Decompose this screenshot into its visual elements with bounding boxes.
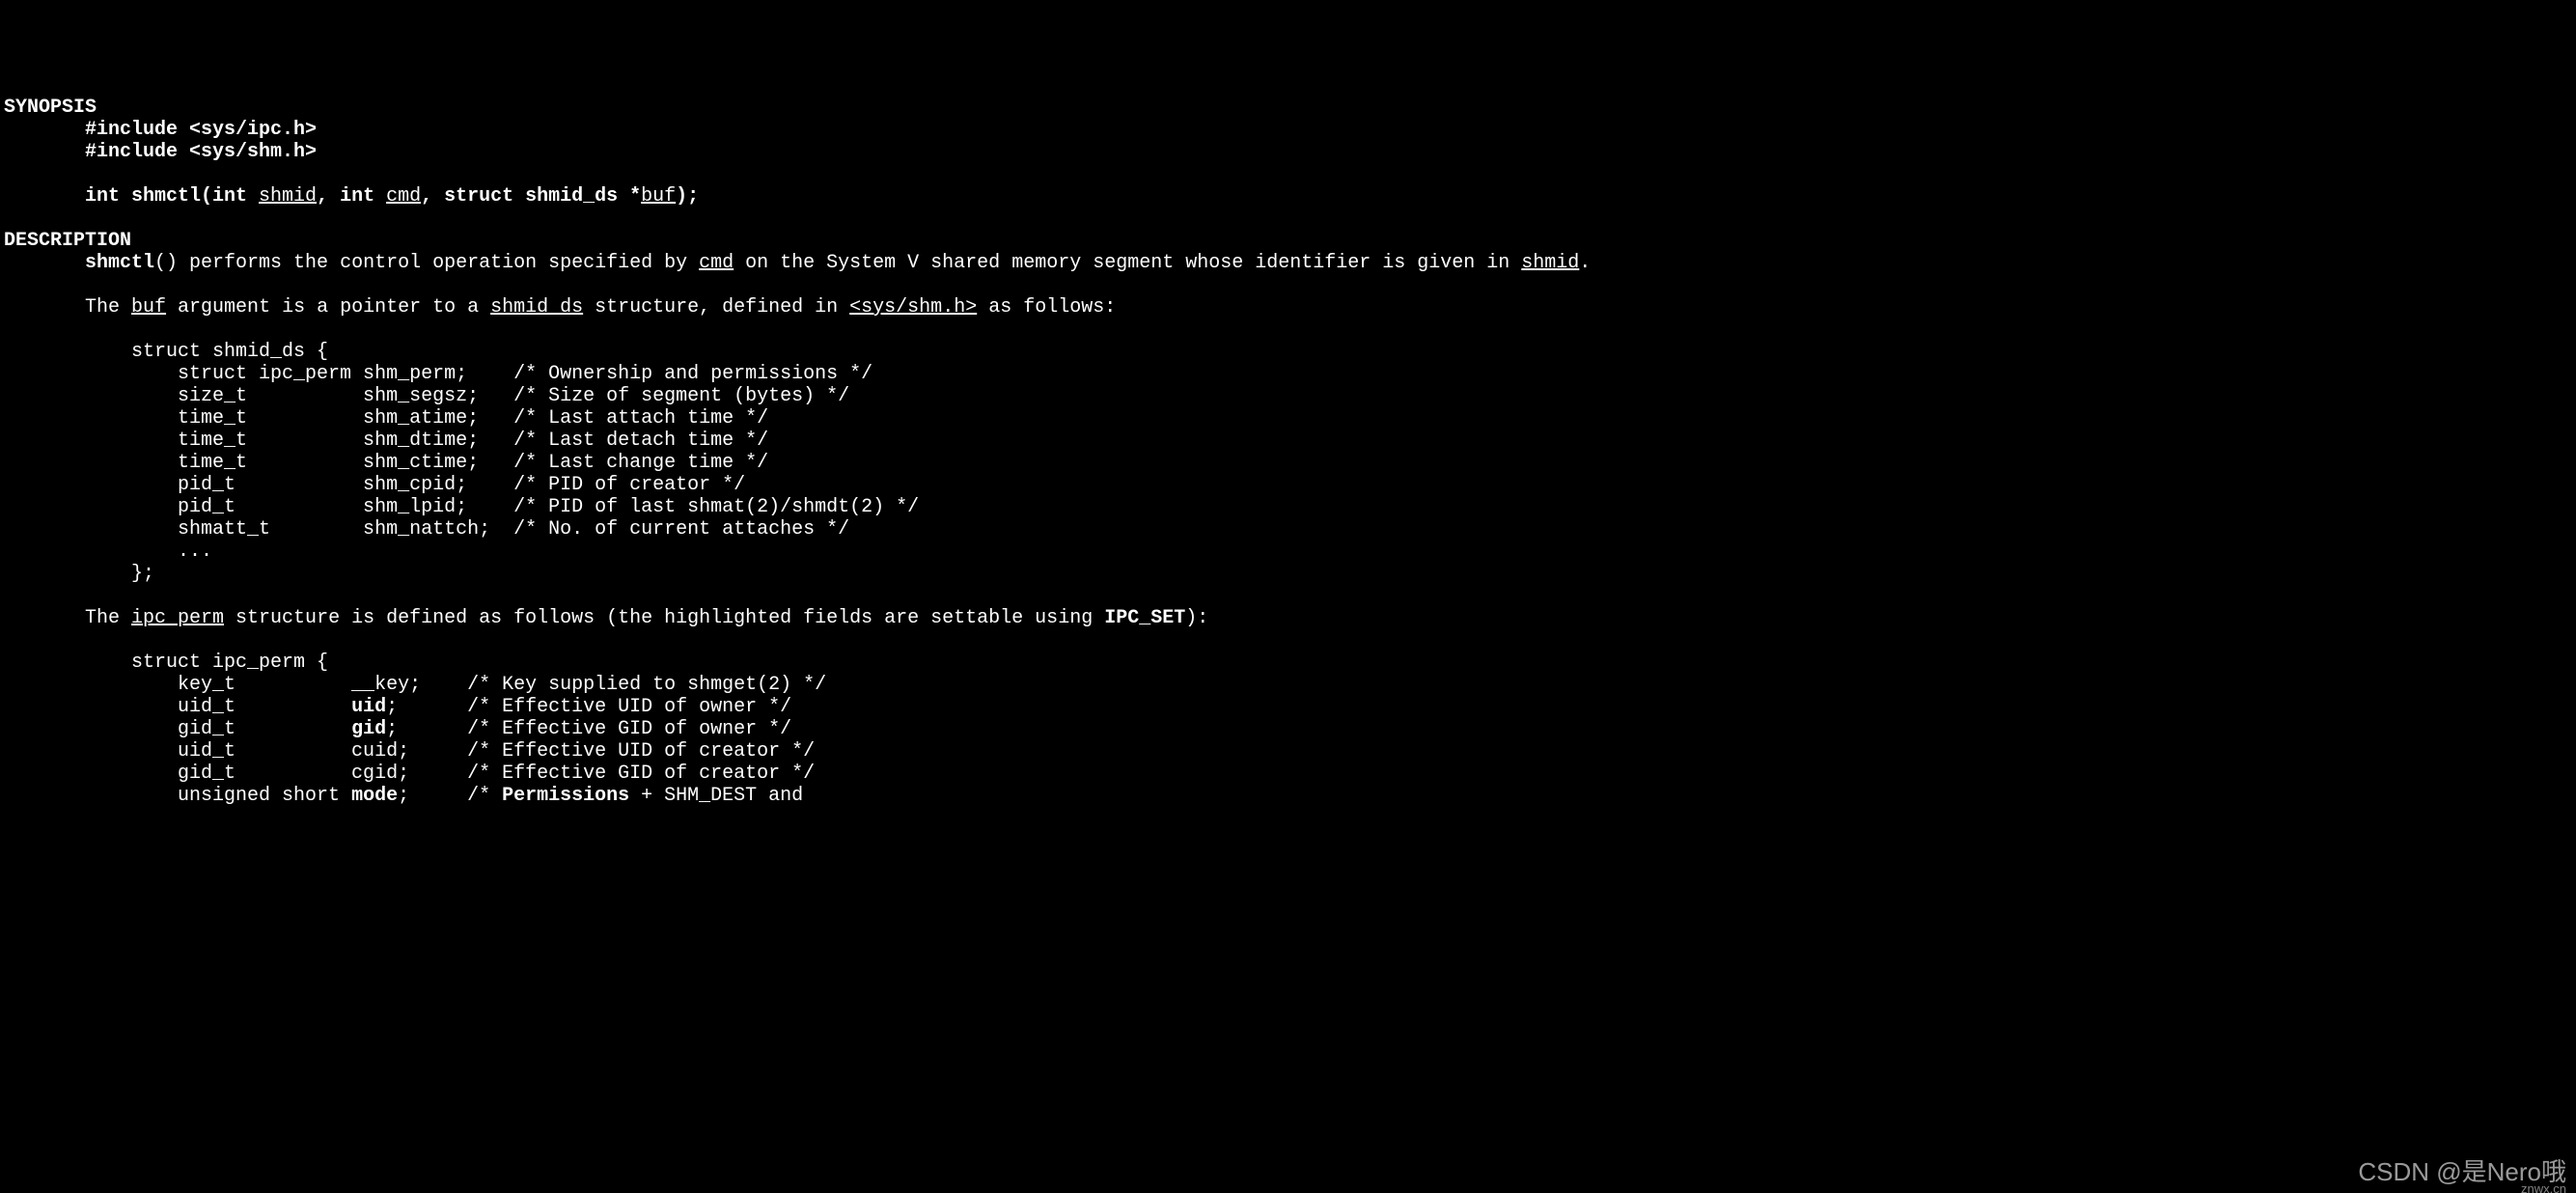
struct-line: ; /* Effective UID of owner */ xyxy=(386,696,791,718)
desc-text: The xyxy=(85,296,131,319)
struct-line: ; /* Effective GID of owner */ xyxy=(386,718,791,740)
func-sig-part: , struct shmid_ds * xyxy=(421,185,641,208)
func-name: shmctl xyxy=(85,252,154,274)
struct-line: struct ipc_perm shm_perm; /* Ownership a… xyxy=(4,363,873,385)
struct-field-uid: uid xyxy=(351,696,386,718)
section-heading-synopsis: SYNOPSIS xyxy=(4,97,97,119)
struct-line: ... xyxy=(4,541,212,563)
param-ref-buf: buf xyxy=(131,296,166,319)
struct-line: key_t __key; /* Key supplied to shmget(2… xyxy=(4,674,826,696)
struct-field-mode: mode xyxy=(351,785,398,807)
struct-line: pid_t shm_cpid; /* PID of creator */ xyxy=(4,474,745,496)
func-sig-part: , int xyxy=(317,185,386,208)
desc-text: argument is a pointer to a xyxy=(166,296,490,319)
struct-line: uid_t xyxy=(4,696,351,718)
struct-ref-ipc-perm: ipc_perm xyxy=(131,607,224,629)
struct-line: time_t shm_atime; /* Last attach time */ xyxy=(4,407,768,430)
struct-line: time_t shm_ctime; /* Last change time */ xyxy=(4,452,768,474)
struct-line: time_t shm_dtime; /* Last detach time */ xyxy=(4,430,768,452)
struct-line: gid_t xyxy=(4,718,351,740)
struct-line: }; xyxy=(4,563,154,585)
indent xyxy=(4,252,85,274)
struct-line: uid_t cuid; /* Effective UID of creator … xyxy=(4,740,815,763)
struct-line: struct ipc_perm { xyxy=(4,652,328,674)
indent xyxy=(4,141,85,163)
struct-line: pid_t shm_lpid; /* PID of last shmat(2)/… xyxy=(4,496,919,518)
struct-line: gid_t cgid; /* Effective GID of creator … xyxy=(4,763,815,785)
struct-comment-bold: Permissions xyxy=(502,785,629,807)
section-heading-description: DESCRIPTION xyxy=(4,230,131,252)
struct-line: size_t shm_segsz; /* Size of segment (by… xyxy=(4,385,849,407)
struct-line: + SHM_DEST and xyxy=(629,785,803,807)
indent xyxy=(4,296,85,319)
struct-ref-shmid-ds: shmid_ds xyxy=(490,296,583,319)
indent xyxy=(4,607,85,629)
struct-line: struct shmid_ds { xyxy=(4,341,328,363)
desc-text: ): xyxy=(1185,607,1208,629)
func-param-cmd: cmd xyxy=(386,185,421,208)
param-ref-cmd: cmd xyxy=(699,252,734,274)
manpage-content: SYNOPSIS #include <sys/ipc.h> #include <… xyxy=(4,97,2572,807)
struct-line: ; /* xyxy=(398,785,502,807)
struct-line: unsigned short xyxy=(4,785,351,807)
watermark-sub-text: znwx.cn xyxy=(2521,1182,2566,1193)
header-ref: <sys/shm.h> xyxy=(849,296,977,319)
struct-field-gid: gid xyxy=(351,718,386,740)
desc-text: . xyxy=(1579,252,1591,274)
desc-text: on the System V shared memory segment wh… xyxy=(734,252,1521,274)
desc-text: The xyxy=(85,607,131,629)
desc-text: structure is defined as follows (the hig… xyxy=(224,607,1104,629)
func-param-shmid: shmid xyxy=(259,185,317,208)
indent xyxy=(4,185,85,208)
include-line: #include <sys/shm.h> xyxy=(85,141,317,163)
param-ref-shmid: shmid xyxy=(1521,252,1579,274)
func-sig-part: ); xyxy=(676,185,699,208)
func-sig-part: int shmctl(int xyxy=(85,185,259,208)
include-line: #include <sys/ipc.h> xyxy=(85,119,317,141)
const-ref-ipc-set: IPC_SET xyxy=(1104,607,1185,629)
struct-line: shmatt_t shm_nattch; /* No. of current a… xyxy=(4,518,849,541)
desc-text: structure, defined in xyxy=(583,296,849,319)
indent xyxy=(4,119,85,141)
func-param-buf: buf xyxy=(641,185,676,208)
desc-text: () performs the control operation specif… xyxy=(154,252,699,274)
desc-text: as follows: xyxy=(977,296,1116,319)
